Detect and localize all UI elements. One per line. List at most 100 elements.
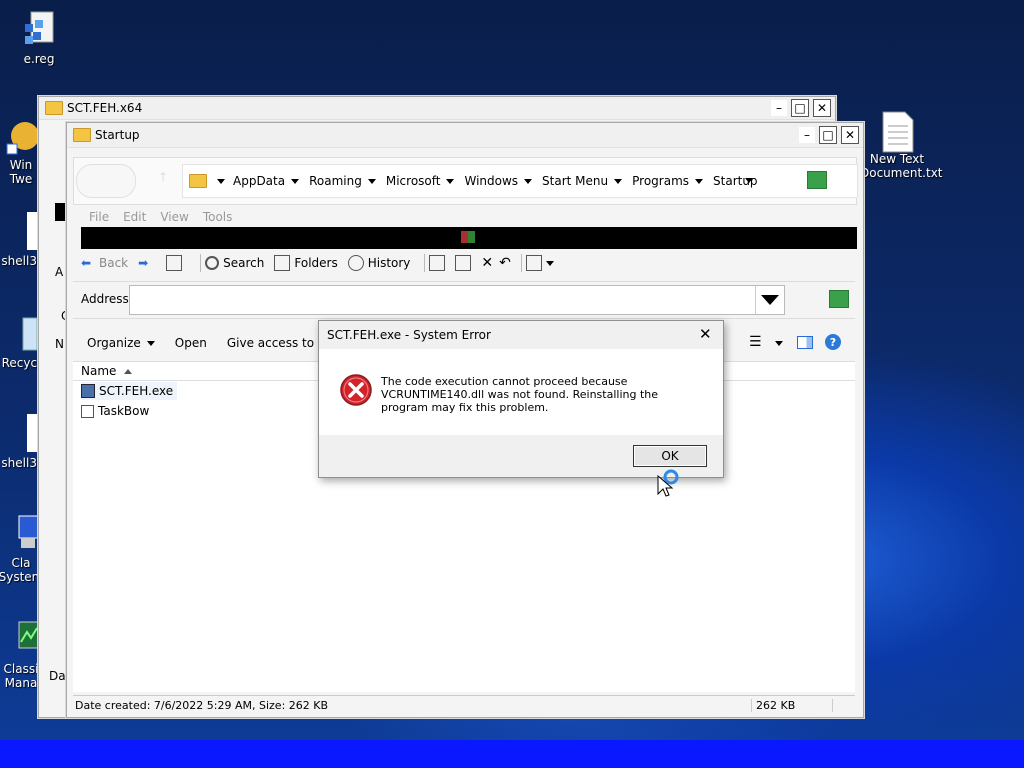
views-grid-icon <box>525 255 542 271</box>
chevron-down-icon <box>545 260 554 266</box>
breadcrumb-item[interactable]: Start Menu <box>542 174 623 188</box>
address-dropdown-button[interactable] <box>755 286 784 314</box>
standard-toolbar: ⬅ Back ➡ Search Folders History ✕ ↶ <box>81 251 857 275</box>
maximize-button[interactable]: □ <box>791 99 809 117</box>
close-button[interactable]: ✕ <box>813 99 831 117</box>
forward-arrow-icon: ➡ <box>138 256 149 270</box>
taskbar[interactable] <box>0 740 1024 768</box>
explorer-titlebar[interactable]: Startup – □ ✕ <box>67 123 863 148</box>
shortcut-icon <box>81 404 94 418</box>
menu-bar: File Edit View Tools <box>73 207 855 227</box>
desktop-icon-label: Classi Mana <box>3 662 39 690</box>
address-bar: Address <box>73 281 855 319</box>
folders-button[interactable]: Folders <box>274 255 338 271</box>
copy-to-icon <box>455 255 472 271</box>
file-icon <box>5 212 41 252</box>
list-item[interactable]: SCT.FEH.exe <box>81 382 178 400</box>
chevron-down-icon[interactable] <box>217 178 225 184</box>
chevron-down-icon[interactable] <box>446 178 455 184</box>
dialog-close-button[interactable]: ✕ <box>699 325 712 343</box>
tweaker-app-icon <box>3 116 39 156</box>
address-label: Address <box>81 292 129 306</box>
chevron-down-icon[interactable] <box>614 178 623 184</box>
organize-button[interactable]: Organize <box>87 336 155 350</box>
busy-cursor-icon <box>656 468 684 501</box>
undo-icon: ↶ <box>499 255 511 271</box>
back-button[interactable]: ⬅ Back <box>81 256 128 270</box>
up-arrow-icon[interactable]: ↑ <box>158 170 168 184</box>
breadcrumb-item[interactable]: Roaming <box>309 174 376 188</box>
window-title: Startup <box>95 127 140 142</box>
breadcrumb-item[interactable]: Programs <box>632 174 704 188</box>
status-size: 262 KB <box>752 698 833 712</box>
brand-bar <box>81 227 857 249</box>
minimize-button[interactable]: – <box>771 100 787 116</box>
breadcrumb-item[interactable]: AppData <box>233 174 300 188</box>
minimize-button[interactable]: – <box>799 127 815 143</box>
list-item[interactable]: TaskBow <box>81 402 149 420</box>
text-document-icon <box>879 110 915 153</box>
forward-button[interactable]: ➡ <box>138 256 156 270</box>
menu-view[interactable]: View <box>160 210 188 224</box>
move-to-button[interactable] <box>429 255 449 271</box>
navigation-bar: ↑ AppData Roaming Microsoft Windows Star… <box>73 157 858 205</box>
preview-pane-icon[interactable] <box>797 336 813 349</box>
up-folder-button[interactable] <box>166 255 186 271</box>
maximize-button[interactable]: □ <box>819 126 837 144</box>
chevron-down-icon[interactable] <box>775 341 783 346</box>
chevron-down-icon[interactable] <box>367 178 376 184</box>
back-side-letter: A <box>55 265 64 279</box>
chevron-down-icon[interactable] <box>524 178 533 184</box>
status-bar: Date created: 7/6/2022 5:29 AM, Size: 26… <box>73 695 855 714</box>
menu-file[interactable]: File <box>89 210 109 224</box>
go-button-icon[interactable] <box>829 290 849 308</box>
exe-file-icon <box>81 384 95 398</box>
breadcrumb[interactable]: AppData Roaming Microsoft Windows Start … <box>182 164 858 198</box>
up-folder-icon <box>166 255 183 271</box>
open-button[interactable]: Open <box>175 336 207 350</box>
breadcrumb-item[interactable]: Windows <box>464 174 533 188</box>
history-button[interactable]: History <box>347 255 410 271</box>
chevron-down-icon[interactable] <box>291 178 300 184</box>
menu-edit[interactable]: Edit <box>123 210 146 224</box>
history-clock-icon <box>347 255 364 271</box>
back-side-letter: N <box>55 337 64 351</box>
back-window-titlebar[interactable]: SCT.FEH.x64 – □ ✕ <box>39 97 835 120</box>
window-title: SCT.FEH.x64 <box>67 100 143 115</box>
desktop-icon-new-text-document[interactable]: New Text Document.txt <box>860 110 943 180</box>
chevron-down-icon <box>761 295 779 305</box>
history-dropdown-icon[interactable] <box>745 178 753 183</box>
sort-up-icon <box>124 368 133 374</box>
undo-button[interactable]: ↶ <box>499 255 511 271</box>
folders-icon <box>274 255 291 271</box>
error-message: The code execution cannot proceed becaus… <box>381 375 659 414</box>
error-dialog[interactable]: SCT.FEH.exe - System Error ✕ The code ex… <box>318 320 724 478</box>
chevron-down-icon[interactable] <box>695 178 704 184</box>
folder-icon <box>45 101 63 116</box>
search-button[interactable]: Search <box>205 256 264 270</box>
ok-button[interactable]: OK <box>633 445 707 467</box>
desktop-icon-label: e.reg <box>23 52 55 66</box>
breadcrumb-item[interactable]: Microsoft <box>386 174 455 188</box>
back-forward-buttons[interactable] <box>76 164 136 198</box>
chevron-down-icon <box>146 340 155 346</box>
view-list-icon[interactable]: ☰ <box>749 334 762 350</box>
registry-file-icon <box>21 10 57 50</box>
desktop-icon-label: Recycl <box>1 356 41 370</box>
status-text: Date created: 7/6/2022 5:29 AM, Size: 26… <box>73 698 752 712</box>
help-icon[interactable]: ? <box>825 334 841 350</box>
views-button[interactable] <box>525 255 554 271</box>
dialog-title: SCT.FEH.exe - System Error <box>327 328 491 342</box>
close-button[interactable]: ✕ <box>841 126 859 144</box>
menu-tools[interactable]: Tools <box>203 210 233 224</box>
delete-button[interactable]: ✕ <box>481 255 493 271</box>
recycle-bin-icon <box>3 314 39 354</box>
give-access-button[interactable]: Give access to <box>227 336 314 350</box>
desktop-icon-label: Cla System <box>0 556 44 584</box>
folder-icon <box>189 174 207 188</box>
copy-to-button[interactable] <box>455 255 475 271</box>
desktop-icon-ereg[interactable]: e.reg <box>4 10 74 66</box>
error-icon <box>339 373 373 410</box>
refresh-go-icon[interactable] <box>807 171 827 189</box>
address-input[interactable] <box>129 285 785 315</box>
